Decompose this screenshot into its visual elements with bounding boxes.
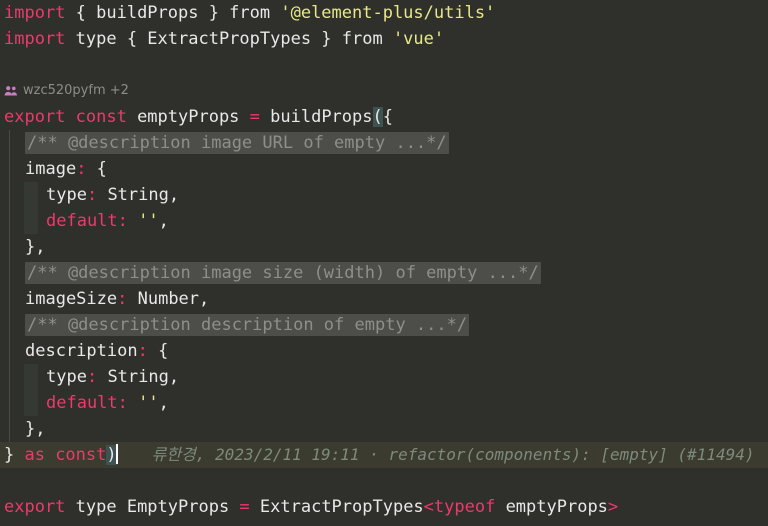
code-line[interactable]: default: '', bbox=[0, 208, 768, 234]
code-token: '' bbox=[138, 211, 159, 231]
code-line-content: type: String, bbox=[4, 364, 179, 390]
annotation-label[interactable]: wzc520pyfm +2 bbox=[23, 78, 129, 104]
code-token: Number, bbox=[127, 289, 210, 309]
code-token: type bbox=[46, 185, 87, 205]
code-token: export const bbox=[4, 107, 127, 127]
code-line-content: imageSize: Number, bbox=[4, 286, 209, 312]
code-line[interactable]: } as const) 류한경, 2023/2/11 19:11 · refact… bbox=[0, 442, 768, 468]
code-token: default bbox=[46, 393, 118, 413]
code-token: } bbox=[4, 445, 25, 465]
code-token: , bbox=[158, 211, 169, 231]
code-line[interactable]: import type { ExtractPropTypes } from 'v… bbox=[0, 26, 768, 52]
code-line[interactable]: }, bbox=[0, 416, 768, 442]
code-token: default bbox=[46, 211, 118, 231]
code-token: : bbox=[76, 159, 87, 179]
code-line-content: /** @description image size (width) of e… bbox=[4, 260, 541, 286]
code-line-content: }, bbox=[4, 416, 45, 442]
code-token: export bbox=[4, 497, 66, 517]
code-line-content: import type { ExtractPropTypes } from 'v… bbox=[4, 26, 444, 52]
code-token: }, bbox=[25, 237, 46, 257]
code-token: import bbox=[4, 29, 66, 49]
code-token: type EmptyProps bbox=[65, 497, 240, 517]
code-token: String, bbox=[97, 185, 180, 205]
code-token: image bbox=[25, 159, 77, 179]
code-line[interactable]: export const emptyProps = buildProps({ bbox=[0, 104, 768, 130]
folded-comment[interactable]: /** @description image size (width) of e… bbox=[25, 262, 541, 284]
code-token: emptyProps bbox=[495, 497, 608, 517]
code-line[interactable] bbox=[0, 52, 768, 78]
code-token: '@element-plus/utils' bbox=[280, 3, 496, 23]
code-token: { bbox=[86, 159, 107, 179]
code-token: String, bbox=[97, 367, 180, 387]
code-line[interactable]: type: String, bbox=[0, 182, 768, 208]
code-token: type { ExtractPropTypes } from bbox=[65, 29, 393, 49]
code-line-content: }, bbox=[4, 234, 45, 260]
code-token: : bbox=[137, 341, 148, 361]
code-token: buildProps bbox=[259, 107, 373, 127]
code-line-content: } as const) bbox=[4, 442, 118, 468]
code-editor[interactable]: import { buildProps } from '@element-plu… bbox=[0, 0, 768, 526]
code-token: 'vue' bbox=[392, 29, 445, 49]
code-token: = bbox=[239, 497, 250, 517]
code-line-content: image: { bbox=[4, 156, 107, 182]
bracket-match: ( bbox=[372, 107, 383, 127]
code-line-content: export const emptyProps = buildProps({ bbox=[4, 104, 393, 130]
code-line[interactable]: type: String, bbox=[0, 364, 768, 390]
code-line[interactable]: /** @description image URL of empty ...*… bbox=[0, 130, 768, 156]
code-token: { bbox=[147, 341, 169, 361]
code-line-content: description: { bbox=[4, 338, 168, 364]
code-line[interactable]: /** @description description of empty ..… bbox=[0, 312, 768, 338]
code-token: imageSize bbox=[25, 289, 118, 309]
code-token: description bbox=[25, 341, 138, 361]
code-line[interactable]: image: { bbox=[0, 156, 768, 182]
code-token: { buildProps } from bbox=[65, 3, 281, 23]
code-line-content: default: '', bbox=[4, 208, 169, 234]
code-line[interactable]: description: { bbox=[0, 338, 768, 364]
code-token: : bbox=[117, 393, 128, 413]
code-line[interactable] bbox=[0, 468, 768, 494]
people-icon bbox=[4, 85, 18, 97]
code-token: : bbox=[86, 367, 98, 387]
code-token: > bbox=[607, 497, 619, 517]
code-token: : bbox=[86, 185, 98, 205]
code-token: <typeof bbox=[423, 497, 496, 517]
code-vision-annotation[interactable]: wzc520pyfm +2 bbox=[4, 78, 129, 104]
code-token: '' bbox=[138, 393, 159, 413]
folded-comment[interactable]: /** @description image URL of empty ...*… bbox=[25, 132, 449, 154]
code-line[interactable]: default: '', bbox=[0, 390, 768, 416]
git-blame-annotation[interactable]: 류한경, 2023/2/11 19:11 · refactor(componen… bbox=[152, 445, 755, 464]
code-line[interactable]: }, bbox=[0, 234, 768, 260]
code-token: import bbox=[4, 3, 66, 23]
code-token: as const bbox=[24, 445, 107, 465]
code-token: , bbox=[158, 393, 169, 413]
code-line-content: default: '', bbox=[4, 390, 169, 416]
code-line[interactable]: /** @description image size (width) of e… bbox=[0, 260, 768, 286]
code-line[interactable]: import { buildProps } from '@element-plu… bbox=[0, 0, 768, 26]
code-token: { bbox=[382, 107, 393, 127]
code-line-content: import { buildProps } from '@element-plu… bbox=[4, 0, 495, 26]
code-token: type bbox=[46, 367, 87, 387]
code-token: : bbox=[117, 211, 128, 231]
code-token: : bbox=[117, 289, 128, 309]
folded-comment[interactable]: /** @description description of empty ..… bbox=[25, 314, 470, 336]
text-caret bbox=[115, 444, 118, 464]
code-line-content: type: String, bbox=[4, 182, 179, 208]
code-token: emptyProps bbox=[126, 107, 250, 127]
code-token: ExtractPropTypes bbox=[249, 497, 424, 517]
code-line[interactable]: imageSize: Number, bbox=[0, 286, 768, 312]
code-token: }, bbox=[25, 419, 46, 439]
code-line-content: export type EmptyProps = ExtractPropType… bbox=[4, 494, 618, 520]
code-line[interactable]: export type EmptyProps = ExtractPropType… bbox=[0, 494, 768, 520]
code-line-content: /** @description description of empty ..… bbox=[4, 312, 470, 338]
code-token: = bbox=[249, 107, 260, 127]
code-line-content: /** @description image URL of empty ...*… bbox=[4, 130, 449, 156]
